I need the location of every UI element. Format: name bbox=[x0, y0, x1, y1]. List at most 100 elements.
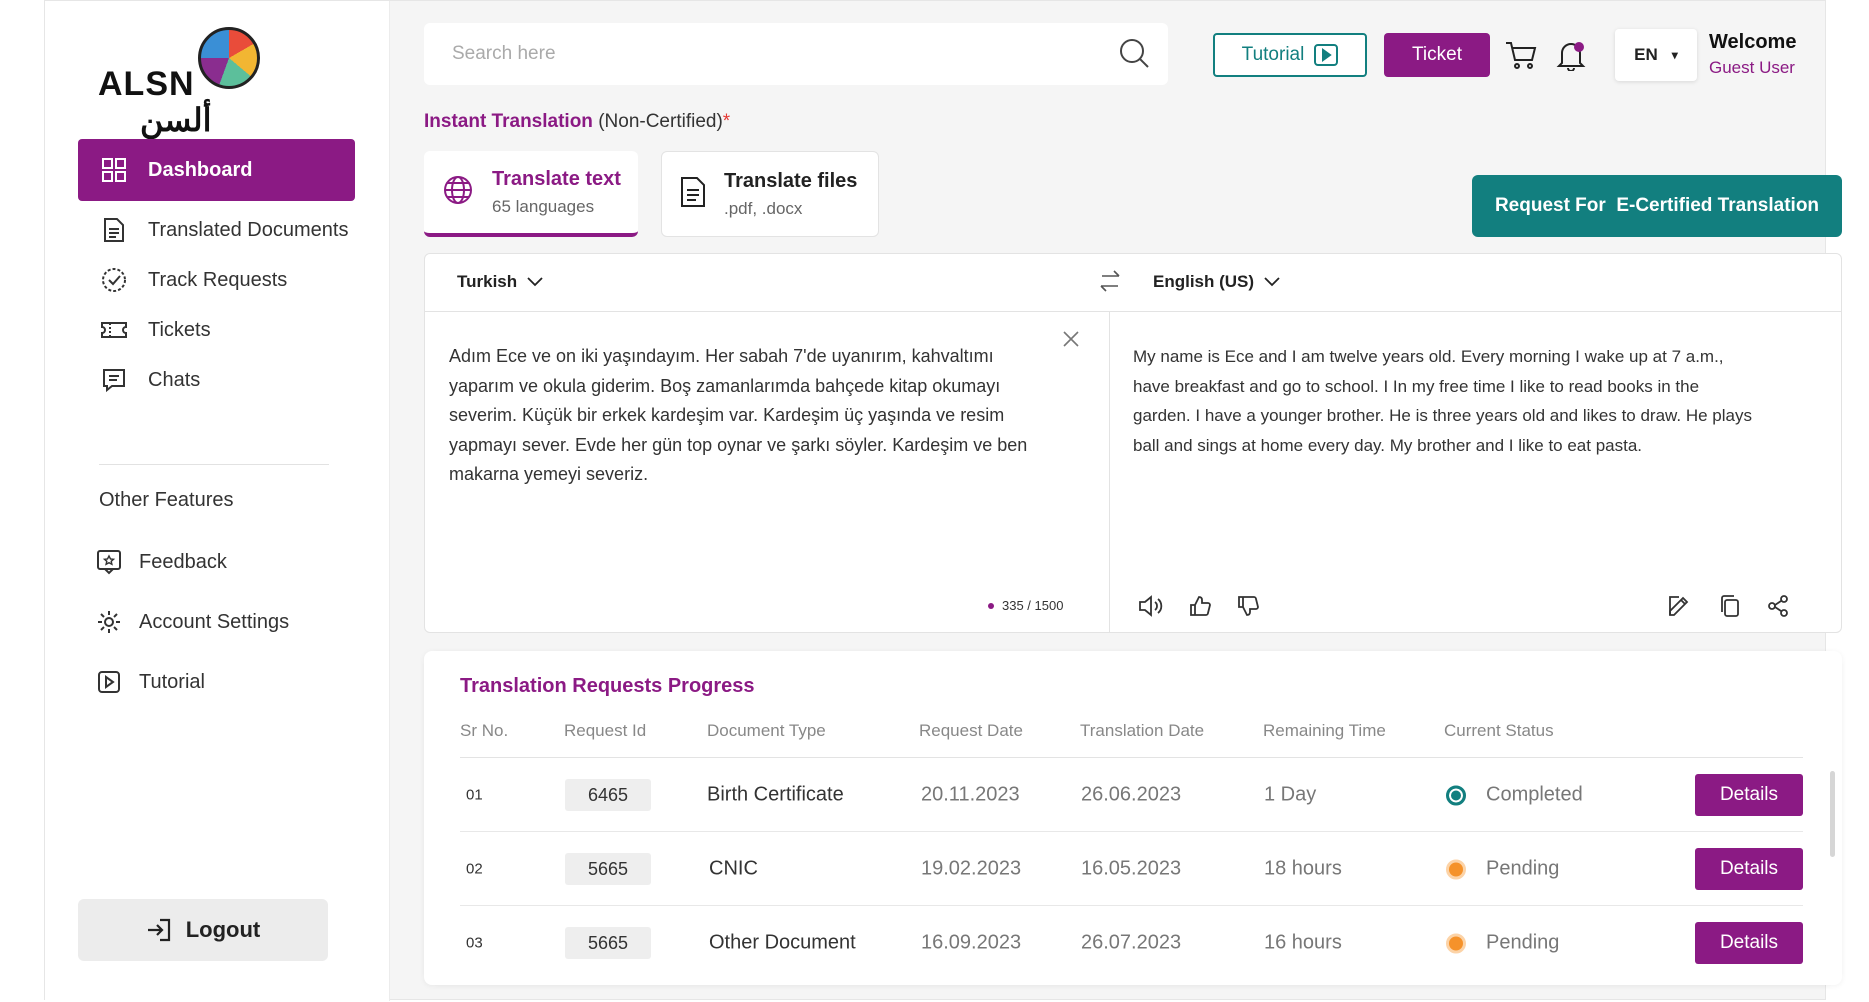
sidebar-item-account-settings[interactable]: Account Settings bbox=[95, 602, 289, 642]
other-features-heading: Other Features bbox=[99, 489, 234, 511]
sidebar-item-label: Track Requests bbox=[148, 268, 288, 291]
column-header: Document Type bbox=[707, 721, 826, 740]
search-icon[interactable] bbox=[1118, 37, 1150, 74]
tab-translate-text[interactable]: Translate text 65 languages bbox=[424, 151, 638, 237]
logout-label: Logout bbox=[185, 917, 261, 942]
tab-subtitle: 65 languages bbox=[492, 196, 595, 216]
chevron-down-icon bbox=[527, 277, 543, 287]
dashboard-grid-icon bbox=[100, 156, 128, 184]
cell-translation-date: 16.05.2023 bbox=[1081, 857, 1182, 880]
ticket-button[interactable]: Ticket bbox=[1384, 33, 1490, 77]
sidebar-item-label: Translated Documents bbox=[148, 218, 349, 241]
cell-sr-no: 02 bbox=[466, 860, 483, 878]
share-icon[interactable] bbox=[1763, 591, 1793, 621]
chevron-down-icon bbox=[1264, 277, 1280, 287]
column-header: Sr No. bbox=[460, 721, 509, 740]
cell-status: Pending bbox=[1446, 932, 1559, 955]
request-e-certified-button[interactable]: Request For E-Certified Translation bbox=[1472, 175, 1842, 237]
user-name[interactable]: Guest User bbox=[1709, 58, 1796, 78]
cell-translation-date: 26.07.2023 bbox=[1081, 931, 1182, 954]
logo-globe-icon bbox=[198, 27, 260, 89]
source-text-input[interactable]: Adım Ece ve on iki yaşındayım. Her sabah… bbox=[449, 342, 1049, 490]
cart-icon[interactable] bbox=[1503, 37, 1539, 73]
details-button[interactable]: Details bbox=[1695, 848, 1803, 890]
cell-status: Completed bbox=[1446, 784, 1583, 807]
bell-icon[interactable] bbox=[1553, 37, 1589, 73]
sidebar-item-label: Chats bbox=[148, 368, 201, 391]
cell-request-date: 20.11.2023 bbox=[921, 783, 1020, 806]
cell-sr-no: 01 bbox=[466, 786, 483, 804]
cell-request-date: 16.09.2023 bbox=[921, 931, 1022, 954]
thumbs-down-icon[interactable] bbox=[1233, 591, 1263, 621]
tab-title: Translate text bbox=[492, 167, 621, 190]
sidebar-item-label: Tickets bbox=[148, 318, 211, 341]
logout-icon bbox=[147, 918, 170, 942]
sidebar-item-label: Dashboard bbox=[148, 158, 253, 181]
status-completed-icon bbox=[1446, 785, 1466, 805]
cell-remaining-time: 18 hours bbox=[1264, 857, 1342, 880]
table-scrollbar[interactable] bbox=[1830, 771, 1835, 857]
source-language-value: Turkish bbox=[457, 272, 518, 291]
sidebar: ALSN ألسن Dashboard Translated Documents… bbox=[45, 1, 390, 1001]
cell-document-type: CNIC bbox=[709, 857, 758, 880]
tutorial-button[interactable]: Tutorial bbox=[1213, 33, 1367, 77]
details-button[interactable]: Details bbox=[1695, 922, 1803, 964]
translation-requests-progress: Translation Requests Progress Sr No. Req… bbox=[424, 651, 1842, 985]
language-select[interactable]: EN ▾ bbox=[1615, 29, 1697, 81]
cell-translation-date: 26.06.2023 bbox=[1081, 783, 1182, 806]
language-bar: Turkish English (US) bbox=[425, 254, 1841, 312]
close-icon[interactable] bbox=[1062, 330, 1080, 353]
gear-icon bbox=[95, 608, 123, 636]
swap-languages-icon[interactable] bbox=[1098, 268, 1122, 299]
status-text: Pending bbox=[1486, 857, 1560, 880]
play-icon bbox=[95, 668, 123, 696]
globe-icon bbox=[442, 174, 474, 211]
sidebar-item-feedback[interactable]: Feedback bbox=[95, 542, 227, 582]
cell-request-id: 5665 bbox=[565, 853, 651, 885]
ticket-button-label: Ticket bbox=[1412, 44, 1462, 65]
play-icon bbox=[1314, 44, 1339, 66]
chat-icon bbox=[100, 366, 128, 394]
target-language-value: English (US) bbox=[1153, 272, 1255, 291]
welcome-text: Welcome bbox=[1709, 31, 1797, 53]
counter-dot-icon bbox=[988, 602, 994, 609]
speaker-icon[interactable] bbox=[1136, 591, 1166, 621]
sidebar-item-dashboard[interactable]: Dashboard bbox=[78, 139, 355, 201]
sidebar-item-label: Account Settings bbox=[139, 610, 290, 633]
cell-remaining-time: 1 Day bbox=[1264, 783, 1317, 806]
request-e-certified-label: Request For E-Certified Translation bbox=[1494, 195, 1820, 216]
document-icon bbox=[100, 216, 128, 244]
thumbs-up-icon[interactable] bbox=[1185, 591, 1215, 621]
status-pending-icon bbox=[1446, 859, 1466, 879]
source-language-select[interactable]: Turkish bbox=[457, 272, 543, 292]
cell-sr-no: 03 bbox=[466, 934, 483, 952]
sidebar-item-label: Feedback bbox=[139, 550, 227, 573]
tab-translate-files[interactable]: Translate files .pdf, .docx bbox=[661, 151, 879, 237]
status-text: Pending bbox=[1486, 931, 1560, 954]
status-text: Completed bbox=[1486, 783, 1583, 806]
check-circle-icon bbox=[100, 266, 128, 294]
heading-sub: (Non-Certified) bbox=[592, 111, 723, 132]
sidebar-item-tutorial[interactable]: Tutorial bbox=[95, 662, 205, 702]
logo-arabic-text: ألسن bbox=[140, 102, 212, 138]
tutorial-button-label: Tutorial bbox=[1241, 44, 1305, 65]
column-header: Request Id bbox=[564, 721, 647, 740]
document-icon bbox=[680, 176, 706, 213]
copy-icon[interactable] bbox=[1715, 591, 1745, 621]
table-row: 02 5665 CNIC 19.02.2023 16.05.2023 18 ho… bbox=[460, 832, 1803, 906]
details-button[interactable]: Details bbox=[1695, 774, 1803, 816]
character-counter: 335 / 1500 bbox=[988, 598, 1063, 613]
target-language-select[interactable]: English (US) bbox=[1153, 272, 1280, 292]
search-input[interactable] bbox=[452, 43, 1092, 65]
alsn-logo[interactable]: ALSN ألسن bbox=[98, 23, 268, 138]
sidebar-item-label: Tutorial bbox=[139, 670, 205, 693]
edit-icon[interactable] bbox=[1664, 591, 1694, 621]
feedback-icon bbox=[95, 548, 123, 576]
language-select-value: EN bbox=[1634, 45, 1658, 64]
cell-remaining-time: 16 hours bbox=[1264, 931, 1342, 954]
logo-latin-text: ALSN bbox=[98, 65, 195, 103]
logout-button[interactable]: Logout bbox=[78, 899, 328, 961]
tab-title: Translate files bbox=[724, 169, 858, 192]
sidebar-item-chats[interactable]: Chats bbox=[78, 349, 355, 411]
translation-panel: Turkish English (US) Adım Ece ve on iki … bbox=[424, 253, 1842, 633]
